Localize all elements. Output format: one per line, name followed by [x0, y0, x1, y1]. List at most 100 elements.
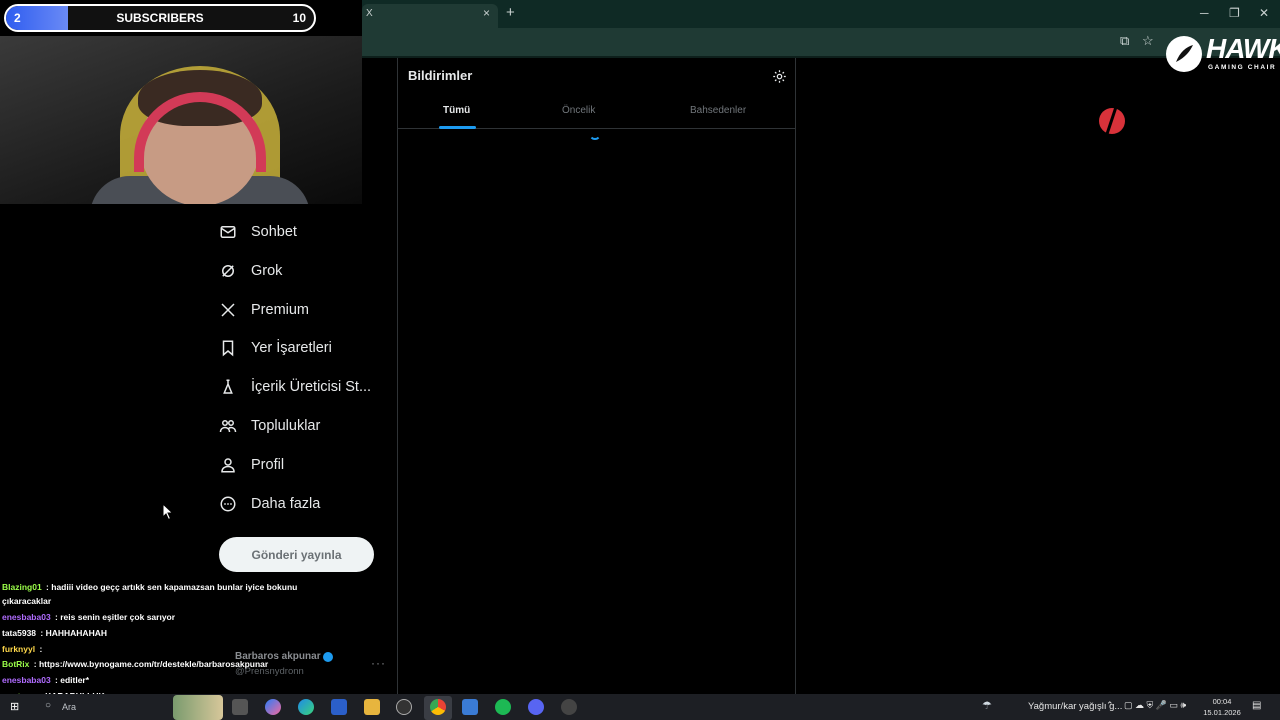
- xbox-icon[interactable]: [396, 699, 412, 715]
- subscriber-goal-label: SUBSCRIBERS: [116, 11, 204, 25]
- profile-icon: [221, 458, 235, 473]
- sidebar-item-label: Grok: [251, 262, 283, 279]
- chat-text: çıkaracaklar: [2, 596, 52, 606]
- subscriber-count: 2: [14, 11, 21, 25]
- settings-gear-icon[interactable]: [772, 69, 787, 84]
- chat-message: çıkaracaklar: [2, 594, 51, 608]
- chat-username: furknyyl: [2, 644, 36, 654]
- subscriber-goal-bar: SUBSCRIBERS 2 10: [4, 4, 316, 32]
- sidebar-item-more-circle[interactable]: Daha fazla: [219, 489, 320, 519]
- hawk-subtitle: GAMING CHAIR: [1208, 64, 1277, 71]
- chat-username: Blazing01: [2, 582, 42, 592]
- minimize-icon[interactable]: ─: [1200, 6, 1209, 20]
- tab-priority[interactable]: Öncelik: [562, 105, 595, 116]
- post-button[interactable]: Gönderi yayınla: [219, 537, 374, 572]
- chat-message: enesbaba03 : editler*: [2, 673, 89, 687]
- chat-message: Blazing01 : hadiii video geçç artıkk sen…: [2, 580, 297, 594]
- sidebar-item-x-logo[interactable]: Premium: [219, 295, 309, 325]
- search-highlight-image: [173, 695, 223, 720]
- sidebar-item-label: Premium: [251, 301, 310, 318]
- page-title: Bildirimler: [408, 68, 473, 83]
- communities-icon: [219, 420, 237, 433]
- task-view-icon[interactable]: [232, 699, 248, 715]
- sidebar-item-profile[interactable]: Profil: [219, 450, 284, 480]
- sidebar-item-label: Sohbet: [251, 224, 297, 240]
- chat-message: enesbaba03 : reis senin eşitler çok sarı…: [2, 610, 175, 624]
- tab-close-icon[interactable]: ×: [483, 6, 490, 20]
- browser-tab[interactable]: [362, 4, 498, 28]
- chat-username: enesbaba03: [2, 675, 51, 685]
- page-top-divider: [362, 56, 1280, 58]
- copilot-icon[interactable]: [265, 699, 281, 715]
- sidebar-item-label: Yer İşaretleri: [251, 340, 332, 357]
- app-icon[interactable]: [462, 699, 478, 715]
- outlook-icon[interactable]: [331, 699, 347, 715]
- sidebar-item-label: Topluluklar: [251, 418, 321, 434]
- install-app-icon[interactable]: ⧉: [1120, 33, 1129, 49]
- mouse-cursor-icon: [162, 503, 174, 521]
- mail-icon: [220, 226, 236, 238]
- taskbar-search-icon[interactable]: ○: [45, 700, 51, 711]
- restore-icon[interactable]: ❐: [1229, 6, 1240, 20]
- chat-username: tata5938: [2, 628, 37, 638]
- webcam-feed: [0, 36, 362, 204]
- profile-more-icon[interactable]: ···: [371, 656, 386, 670]
- chat-text: reis senin eşitler çok sarıyor: [60, 612, 176, 622]
- grok-icon: [222, 264, 234, 277]
- browser-tabstrip: [362, 0, 1280, 28]
- chat-separator: :: [37, 644, 43, 654]
- weather-icon: ☂: [982, 700, 992, 712]
- chat-username: BotRix: [2, 659, 30, 669]
- more-circle-icon: [220, 496, 236, 512]
- start-icon[interactable]: ⊞: [10, 700, 19, 713]
- brand-mark-icon: [1099, 103, 1125, 135]
- chat-text: https://www.bynogame.com/tr/destekle/bar…: [38, 659, 269, 669]
- sidebar-item-grok[interactable]: Grok: [219, 256, 282, 286]
- chat-message: furknyyl :: [2, 642, 42, 656]
- spotify-icon[interactable]: [495, 699, 511, 715]
- chat-text: hadiii video geçç artıkk sen kapamazsan …: [51, 582, 298, 592]
- sidebar-item-communities[interactable]: Topluluklar: [219, 411, 320, 441]
- clock-date[interactable]: 15.01.2026: [1202, 708, 1242, 717]
- sidebar-item-label: İçerik Üreticisi St...: [251, 379, 372, 396]
- x-logo-icon: [221, 303, 235, 317]
- sidebar-item-mail[interactable]: Sohbet: [219, 217, 297, 247]
- active-tab-indicator: [439, 126, 476, 129]
- bookmark-icon: [222, 340, 234, 357]
- column-border-left: [397, 58, 398, 694]
- sidebar-item-creator-studio[interactable]: İçerik Üreticisi St...: [219, 372, 371, 402]
- loading-spinner-icon: [589, 128, 601, 140]
- verified-badge-icon: [323, 652, 333, 662]
- chat-separator: :: [31, 659, 39, 669]
- window-close-icon[interactable]: ✕: [1259, 6, 1269, 20]
- chat-text: editler*: [60, 675, 90, 685]
- tray-icons[interactable]: ▢ ☁ ⛨ 🎤 ▭ 🕪: [1124, 700, 1186, 711]
- tab-title-x: X: [366, 8, 373, 19]
- subscriber-goal: 10: [292, 11, 306, 25]
- chat-message: tata5938 : HAHHAHAHAH: [2, 626, 107, 640]
- hawk-brand: HAWK: [1206, 33, 1280, 64]
- sidebar-item-label: Daha fazla: [251, 495, 321, 512]
- chat-separator: :: [38, 628, 46, 638]
- sidebar-item-bookmark[interactable]: Yer İşaretleri: [219, 333, 332, 363]
- tab-mentions[interactable]: Bahsedenler: [690, 105, 746, 116]
- discord-icon[interactable]: [528, 699, 544, 715]
- bookmark-star-icon[interactable]: ☆: [1142, 33, 1154, 49]
- notifications-center-icon[interactable]: ▤: [1252, 700, 1261, 711]
- tab-all[interactable]: Tümü: [443, 105, 470, 116]
- clock-time[interactable]: 00:04: [1202, 697, 1242, 706]
- creator-studio-icon: [223, 379, 233, 394]
- file-explorer-icon[interactable]: [364, 699, 380, 715]
- column-border-right: [795, 58, 796, 694]
- edge-icon[interactable]: [298, 699, 314, 715]
- new-tab-button[interactable]: +: [506, 4, 515, 21]
- chat-username: enesbaba03: [2, 612, 51, 622]
- chat-text: HAHHAHAHAH: [45, 628, 107, 638]
- chat-message: BotRix : https://www.bynogame.com/tr/des…: [2, 657, 268, 671]
- sidebar-item-label: Profil: [251, 456, 285, 473]
- tray-chevron-icon[interactable]: ⌃: [1106, 700, 1114, 711]
- chrome-icon[interactable]: [430, 699, 446, 715]
- obs-icon[interactable]: [561, 699, 577, 715]
- feather-icon: [1176, 45, 1193, 62]
- taskbar-search[interactable]: Ara: [62, 702, 76, 712]
